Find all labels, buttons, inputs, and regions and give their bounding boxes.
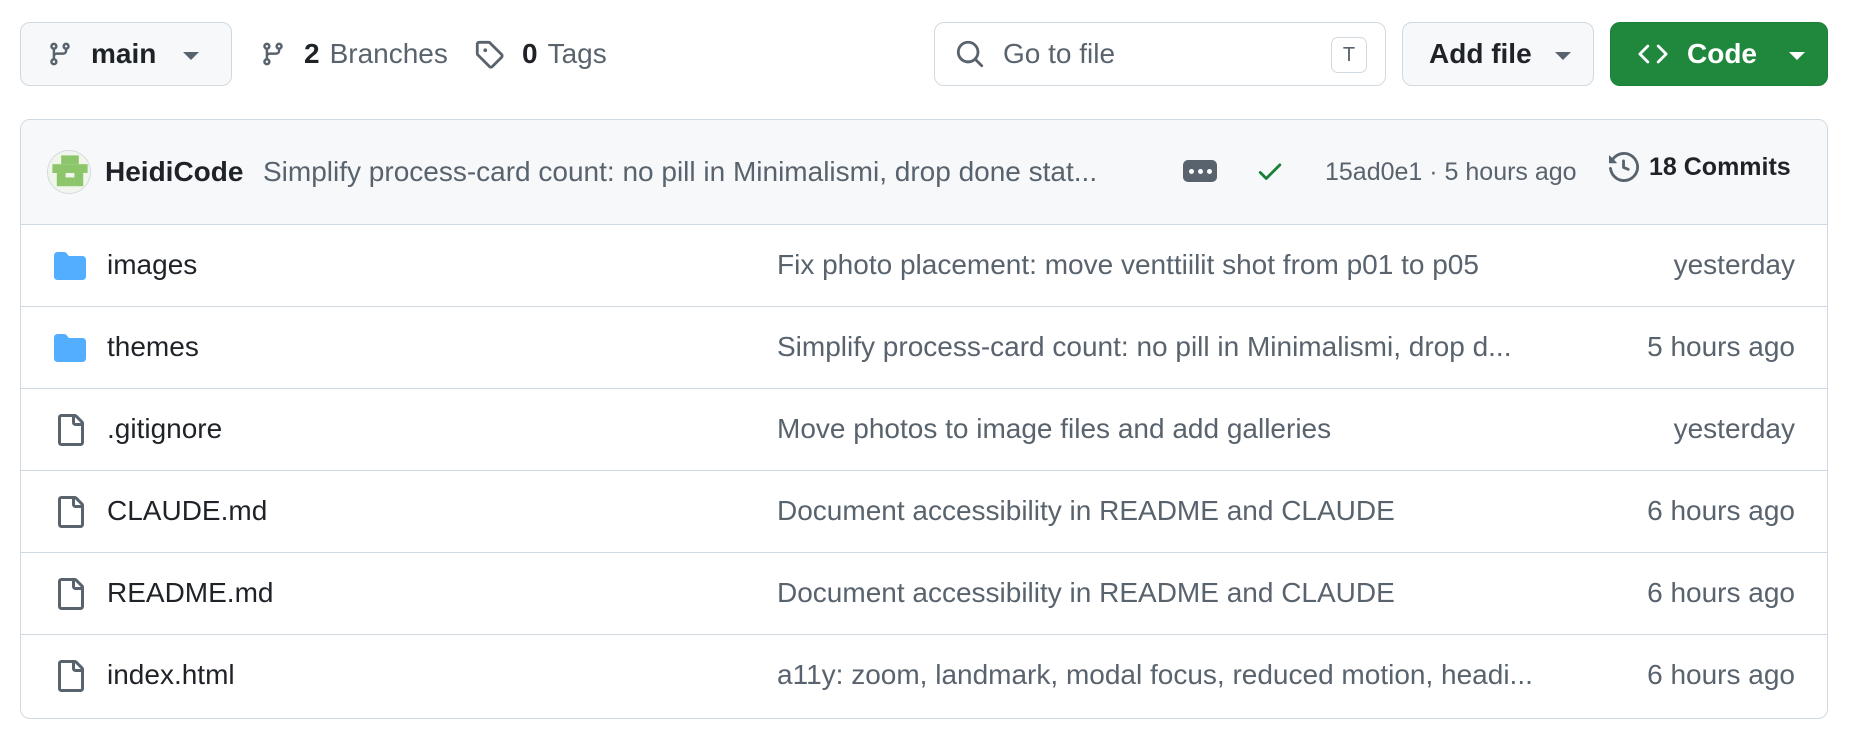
folder-icon — [53, 332, 87, 364]
branch-name: main — [91, 38, 157, 69]
file-icon — [53, 496, 87, 528]
commits-history-link[interactable]: 18 Commits — [1609, 152, 1791, 182]
file-commit-message[interactable]: a11y: zoom, landmark, modal focus, reduc… — [777, 659, 1547, 691]
code-icon — [1637, 39, 1669, 69]
branches-link[interactable]: 2 Branches — [260, 22, 448, 86]
file-updated-time: 6 hours ago — [1647, 577, 1795, 608]
repo-toolbar: main 2 Branches 0 Tags Go to file T Add … — [0, 0, 1852, 110]
file-updated-time: 6 hours ago — [1647, 495, 1795, 526]
file-row[interactable]: .gitignore Move photos to image files an… — [21, 389, 1827, 471]
branches-count: 2 — [304, 38, 320, 69]
go-to-file-search[interactable]: Go to file T — [934, 22, 1386, 86]
file-row[interactable]: README.md Document accessibility in READ… — [21, 553, 1827, 635]
file-browser: HeidiCode Simplify process-card count: n… — [20, 119, 1828, 719]
commit-sha-time[interactable]: 15ad0e1 · 5 hours ago — [1325, 158, 1577, 187]
file-commit-message[interactable]: Move photos to image files and add galle… — [777, 413, 1547, 445]
branches-label: Branches — [329, 38, 448, 69]
commits-label: 18 Commits — [1649, 152, 1791, 181]
file-icon — [53, 660, 87, 692]
avatar[interactable] — [47, 150, 91, 194]
file-updated-time: yesterday — [1673, 249, 1795, 280]
commit-message[interactable]: Simplify process-card count: no pill in … — [263, 156, 1163, 188]
file-updated-time: 6 hours ago — [1647, 659, 1795, 690]
chevron-down-icon — [183, 52, 199, 60]
file-icon — [53, 578, 87, 610]
add-file-label: Add file — [1429, 38, 1532, 69]
file-list: images Fix photo placement: move venttii… — [21, 225, 1827, 717]
file-commit-message[interactable]: Fix photo placement: move venttiilit sho… — [777, 249, 1547, 281]
keyboard-shortcut-hint: T — [1331, 37, 1367, 73]
code-label: Code — [1687, 38, 1757, 69]
file-commit-message[interactable]: Document accessibility in README and CLA… — [777, 495, 1547, 527]
tags-count: 0 — [522, 38, 538, 69]
file-name[interactable]: index.html — [107, 659, 235, 691]
commit-author[interactable]: HeidiCode — [105, 156, 243, 188]
search-placeholder: Go to file — [1003, 38, 1116, 69]
check-icon[interactable] — [1255, 156, 1285, 191]
file-commit-message[interactable]: Simplify process-card count: no pill in … — [777, 331, 1547, 363]
file-row[interactable]: images Fix photo placement: move venttii… — [21, 225, 1827, 307]
file-updated-time: yesterday — [1673, 413, 1795, 444]
tags-link[interactable]: 0 Tags — [474, 22, 607, 86]
file-icon — [53, 414, 87, 446]
branch-select-button[interactable]: main — [20, 22, 232, 86]
code-button[interactable]: Code — [1610, 22, 1828, 86]
file-name[interactable]: images — [107, 249, 197, 281]
tags-label: Tags — [547, 38, 607, 69]
file-name[interactable]: CLAUDE.md — [107, 495, 267, 527]
search-icon — [955, 39, 985, 69]
file-name[interactable]: themes — [107, 331, 199, 363]
tag-icon — [474, 39, 504, 69]
file-row[interactable]: CLAUDE.md Document accessibility in READ… — [21, 471, 1827, 553]
expand-message-button[interactable] — [1183, 160, 1217, 182]
file-commit-message[interactable]: Document accessibility in README and CLA… — [777, 577, 1547, 609]
file-row[interactable]: index.html a11y: zoom, landmark, modal f… — [21, 635, 1827, 717]
file-updated-time: 5 hours ago — [1647, 331, 1795, 362]
latest-commit-bar: HeidiCode Simplify process-card count: n… — [21, 120, 1827, 225]
chevron-down-icon — [1555, 52, 1571, 60]
chevron-down-icon — [1789, 52, 1805, 60]
file-name[interactable]: README.md — [107, 577, 273, 609]
file-row[interactable]: themes Simplify process-card count: no p… — [21, 307, 1827, 389]
file-name[interactable]: .gitignore — [107, 413, 222, 445]
git-branch-icon — [260, 39, 286, 69]
folder-icon — [53, 250, 87, 282]
git-branch-icon — [47, 39, 73, 69]
history-icon — [1609, 152, 1639, 182]
add-file-button[interactable]: Add file — [1402, 22, 1594, 86]
